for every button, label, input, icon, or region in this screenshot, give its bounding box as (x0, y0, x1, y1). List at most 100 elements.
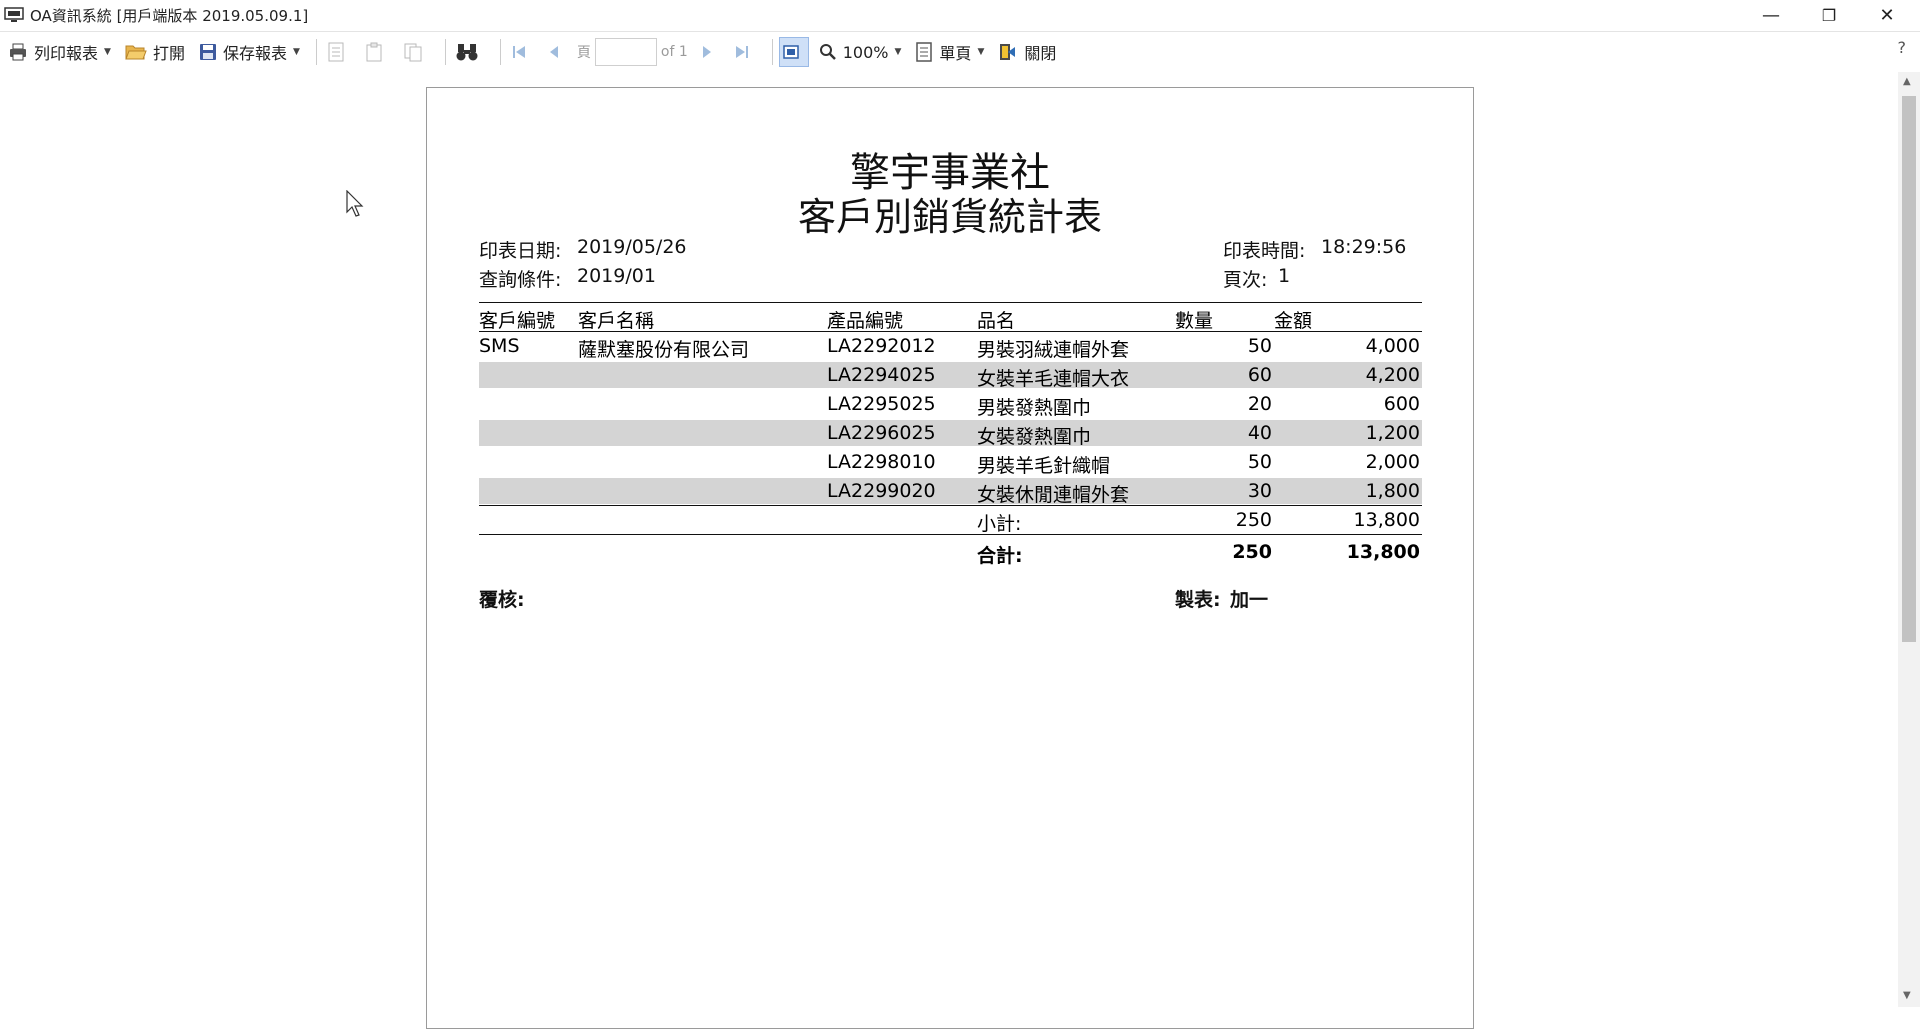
cell-product-no: LA2295025 (827, 393, 936, 415)
table-row: LA2295025 男裝發熱圍巾 20 600 (479, 391, 1422, 419)
exit-door-icon (1000, 44, 1016, 60)
query-condition-value: 2019/01 (577, 265, 656, 287)
open-button[interactable]: 打開 (121, 36, 189, 68)
subtotal-top-rule (479, 505, 1422, 506)
zoom-dropdown[interactable]: 100% ▼ (815, 36, 906, 68)
last-page-button[interactable] (730, 36, 760, 68)
chevron-down-icon: ▼ (104, 47, 111, 57)
floppy-disk-icon (199, 44, 216, 60)
cell-amount: 600 (1383, 393, 1420, 415)
scrollbar-thumb[interactable] (1902, 96, 1916, 642)
restore-button[interactable]: ❐ (1800, 0, 1858, 30)
cell-quantity: 50 (1247, 451, 1272, 473)
previous-page-button[interactable] (543, 36, 571, 68)
total-quantity: 250 (1232, 541, 1272, 563)
table-row: LA2299020 女裝休閒連帽外套 30 1,800 (479, 478, 1422, 506)
query-condition-label: 查詢條件: (479, 269, 562, 291)
subtotal-label: 小計: (977, 513, 1022, 535)
page-number-label: 頁次: (1223, 269, 1268, 291)
close-window-button[interactable]: ✕ (1858, 0, 1916, 30)
header-bottom-rule (479, 331, 1422, 332)
subtotal-row: 小計: 250 13,800 (479, 507, 1422, 535)
cell-customer-name: 薩默塞股份有限公司 (578, 339, 750, 361)
table-header-row: 客戶編號 客戶名稱 產品編號 品名 數量 金額 (479, 304, 1422, 332)
last-page-icon (735, 46, 748, 58)
print-date-label: 印表日期: (479, 240, 562, 262)
open-label: 打開 (152, 44, 185, 63)
toolbar-divider (771, 39, 773, 65)
window-title: OA資訊系統 [用戶端版本 2019.05.09.1] (30, 6, 309, 25)
print-date-value: 2019/05/26 (577, 236, 687, 258)
title-bar: OA資訊系統 [用戶端版本 2019.05.09.1] — ❐ ✕ (0, 0, 1920, 30)
document-map-button[interactable] (323, 36, 355, 68)
grand-total-row: 合計: 250 13,800 (479, 539, 1422, 567)
next-page-button[interactable] (696, 36, 724, 68)
cell-amount: 1,800 (1365, 480, 1420, 502)
header-product-name: 品名 (977, 310, 1016, 332)
cell-product-name: 女裝羊毛連帽大衣 (977, 368, 1130, 390)
cell-quantity: 20 (1247, 393, 1272, 415)
printer-icon (10, 43, 26, 61)
cell-product-no: LA2296025 (827, 422, 936, 444)
cell-product-name: 男裝羽絨連帽外套 (977, 339, 1130, 361)
report-title: 客戶別銷貨統計表 (797, 195, 1102, 239)
print-time-label: 印表時間: (1223, 240, 1306, 262)
close-report-button[interactable]: 關閉 (994, 36, 1060, 68)
cell-quantity: 50 (1247, 335, 1272, 357)
cell-amount: 2,000 (1365, 451, 1420, 473)
prepared-by-value: 加一 (1230, 589, 1269, 611)
magnifier-icon (819, 44, 836, 60)
scroll-up-arrow-icon[interactable]: ▲ (1903, 76, 1911, 87)
cell-quantity: 60 (1247, 364, 1272, 386)
chevron-down-icon: ▼ (977, 47, 985, 57)
page-prefix-label: 頁 (576, 45, 591, 61)
print-report-button[interactable]: 列印報表 ▼ (4, 36, 115, 68)
cell-quantity: 40 (1247, 422, 1272, 444)
app-monitor-icon (4, 7, 24, 22)
folder-icon (125, 45, 147, 60)
subtotal-amount: 13,800 (1353, 509, 1420, 531)
help-button[interactable]: ? (1898, 38, 1907, 57)
cell-product-name: 女裝發熱圍巾 (977, 426, 1092, 448)
table-row: LA2298010 男裝羊毛針織帽 50 2,000 (479, 449, 1422, 477)
page-mode-dropdown[interactable]: 單頁 ▼ (911, 36, 988, 68)
parameters-button[interactable] (361, 36, 393, 68)
print-time-value: 18:29:56 (1321, 236, 1407, 258)
header-amount: 金額 (1274, 310, 1313, 332)
cell-product-name: 男裝羊毛針織帽 (977, 455, 1111, 477)
clipboard-icon (366, 42, 382, 62)
page-layout-toggle-button[interactable] (778, 37, 809, 67)
header-customer-name: 客戶名稱 (578, 310, 655, 332)
cell-amount: 1,200 (1365, 422, 1420, 444)
print-report-label: 列印報表 (34, 44, 99, 63)
page-mode-label: 單頁 (939, 44, 972, 63)
binoculars-icon (456, 44, 478, 61)
first-page-button[interactable] (507, 36, 537, 68)
copy-button[interactable] (399, 36, 433, 68)
subtotal-quantity: 250 (1235, 509, 1272, 531)
toolbar-divider (499, 39, 501, 65)
cell-amount: 4,200 (1365, 364, 1420, 386)
document-icon (328, 42, 344, 62)
vertical-scrollbar[interactable]: ▲ ▼ (1898, 72, 1920, 1007)
cell-quantity: 30 (1247, 480, 1272, 502)
page-count-label: of 1 (660, 44, 688, 60)
save-report-button[interactable]: 保存報表 ▼ (195, 36, 304, 68)
cell-product-no: LA2292012 (827, 335, 936, 357)
toolbar-divider (444, 39, 446, 65)
page-number-input[interactable] (594, 38, 657, 66)
save-report-label: 保存報表 (222, 44, 287, 63)
review-label: 覆核: (479, 589, 525, 611)
find-button[interactable] (452, 36, 488, 68)
total-amount: 13,800 (1346, 541, 1420, 563)
mouse-pointer-icon (346, 190, 364, 217)
scroll-down-arrow-icon[interactable]: ▼ (1903, 990, 1911, 1001)
minimize-button[interactable]: — (1742, 0, 1800, 30)
cell-product-name: 男裝發熱圍巾 (977, 397, 1092, 419)
page-number-value: 1 (1278, 265, 1291, 287)
close-report-label: 關閉 (1024, 44, 1057, 63)
first-page-icon (512, 46, 525, 58)
zoom-label: 100% (842, 42, 889, 62)
previous-page-icon (549, 46, 558, 58)
toolbar-divider (315, 39, 317, 65)
